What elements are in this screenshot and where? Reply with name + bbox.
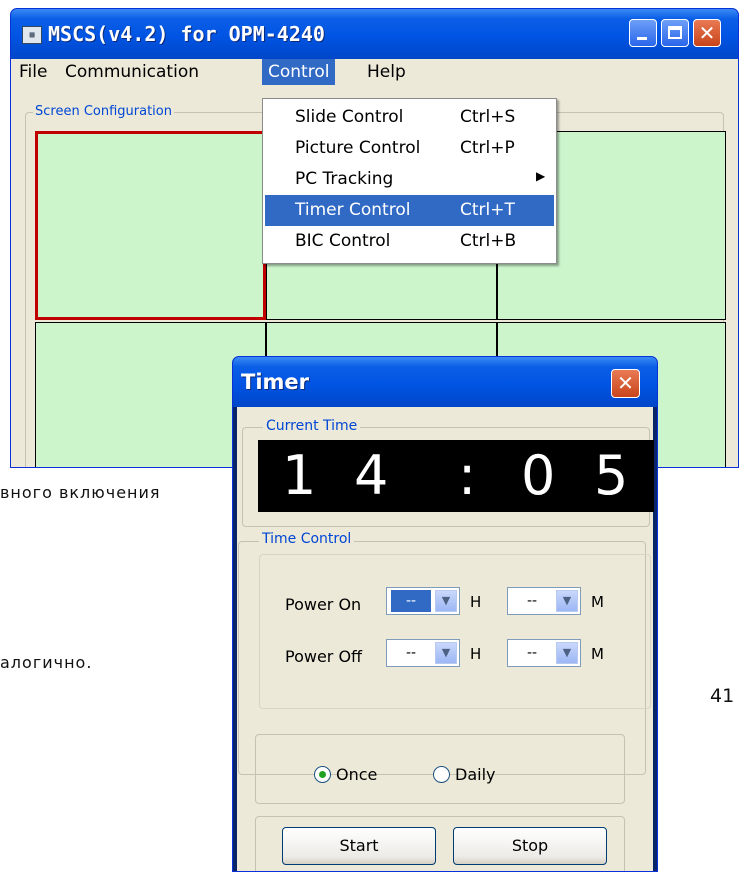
menu-help[interactable]: Help [361, 59, 412, 85]
menu-item-shortcut: Ctrl+T [460, 200, 515, 220]
main-title-bar[interactable]: ▦ MSCS(v4.2) for OPM-4240 ✕ [11, 9, 738, 59]
clock-digit: 1 [282, 444, 317, 507]
menu-item-timer-control[interactable]: Timer Control Ctrl+T [265, 195, 554, 226]
combo-value: -- [526, 593, 538, 609]
menu-item-shortcut: Ctrl+B [460, 231, 517, 251]
timer-dialog: Timer ✕ Current Time 1 4 : 0 5 Time Cont… [232, 356, 658, 872]
menu-item-shortcut: Ctrl+P [460, 138, 515, 158]
minute-unit-label: M [591, 593, 604, 611]
control-menu-dropdown: Slide Control Ctrl+S Picture Control Ctr… [262, 98, 557, 264]
menu-file[interactable]: File [13, 59, 53, 85]
radio-unselected-icon [433, 766, 450, 783]
power-off-minute-select[interactable]: -- ▼ [507, 639, 581, 667]
power-off-hour-select[interactable]: -- ▼ [386, 639, 460, 667]
screen-cell-1[interactable] [35, 131, 266, 320]
menu-communication[interactable]: Communication [59, 59, 205, 85]
chevron-down-icon[interactable]: ▼ [556, 642, 578, 664]
current-time-label: Current Time [263, 418, 361, 434]
menu-item-shortcut: Ctrl+S [460, 107, 516, 127]
clock-digit: 0 [521, 444, 556, 507]
screen-configuration-label: Screen Configuration [33, 104, 174, 119]
document-text-line: алогично. [0, 653, 93, 672]
close-icon: ✕ [698, 21, 716, 45]
hour-unit-label: H [470, 645, 482, 663]
power-on-minute-select[interactable]: -- ▼ [507, 587, 581, 615]
power-on-label: Power On [285, 595, 362, 614]
menu-item-label: BIC Control [295, 231, 391, 251]
menu-bar: File Communication Control Help [11, 59, 738, 85]
close-icon: ✕ [617, 371, 634, 395]
menu-item-picture-control[interactable]: Picture Control Ctrl+P [265, 133, 554, 164]
radio-label: Daily [455, 765, 496, 784]
stop-button[interactable]: Stop [453, 827, 607, 865]
page-number: 41 [710, 685, 735, 707]
maximize-button[interactable] [661, 19, 689, 47]
combo-value: -- [526, 645, 538, 661]
hour-unit-label: H [470, 593, 482, 611]
menu-item-label: PC Tracking [295, 169, 394, 189]
clock-digit: 4 [354, 444, 389, 507]
menu-item-label: Timer Control [295, 200, 411, 220]
power-on-hour-select[interactable]: -- ▼ [386, 587, 460, 615]
submenu-arrow-icon: ▶ [536, 169, 546, 183]
minimize-button[interactable] [629, 19, 657, 47]
window-title: MSCS(v4.2) for OPM-4240 [48, 22, 325, 46]
menu-item-label: Picture Control [295, 138, 421, 158]
document-text-line: вного включения [0, 483, 161, 502]
chevron-down-icon[interactable]: ▼ [435, 642, 457, 664]
timer-title: Timer [241, 370, 310, 394]
clock-separator: : [458, 444, 477, 507]
time-control-frame [259, 554, 651, 709]
combo-value: -- [405, 645, 417, 661]
app-icon: ▦ [22, 26, 42, 44]
power-off-label: Power Off [285, 647, 363, 666]
time-control-label: Time Control [259, 531, 355, 547]
maximize-icon [668, 26, 682, 39]
clock-digit: 5 [594, 444, 629, 507]
minimize-icon [637, 37, 647, 40]
menu-control[interactable]: Control [262, 59, 336, 85]
timer-close-button[interactable]: ✕ [611, 369, 640, 398]
menu-item-label: Slide Control [295, 107, 404, 127]
radio-selected-icon [314, 766, 331, 783]
clock-display: 1 4 : 0 5 [258, 440, 654, 512]
menu-item-slide-control[interactable]: Slide Control Ctrl+S [265, 102, 554, 133]
start-button[interactable]: Start [282, 827, 436, 865]
menu-item-bic-control[interactable]: BIC Control Ctrl+B [265, 226, 554, 257]
combo-value: -- [391, 590, 431, 612]
timer-title-bar[interactable]: Timer ✕ [233, 357, 657, 407]
radio-label: Once [336, 765, 378, 784]
close-button[interactable]: ✕ [693, 19, 721, 47]
menu-item-pc-tracking[interactable]: PC Tracking ▶ [265, 164, 554, 195]
chevron-down-icon[interactable]: ▼ [556, 590, 578, 612]
chevron-down-icon[interactable]: ▼ [435, 590, 457, 612]
minute-unit-label: M [591, 645, 604, 663]
